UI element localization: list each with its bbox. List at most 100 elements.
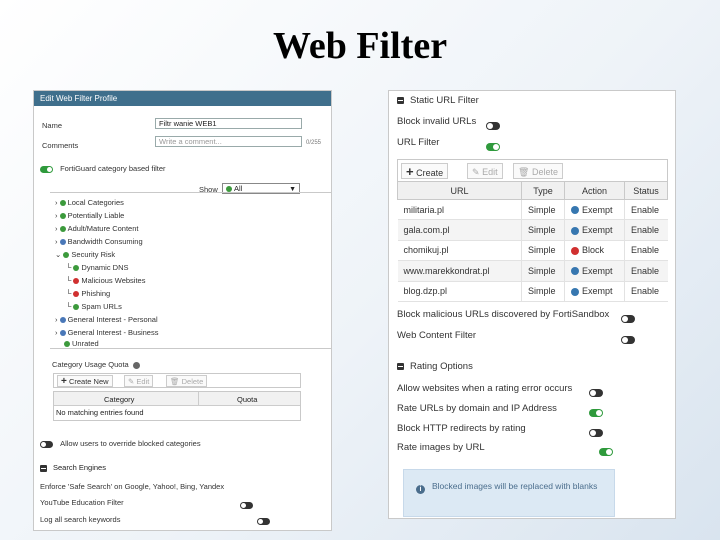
table-row[interactable]: chomikuj.pl Simple Block Enable	[397, 240, 668, 262]
tree-item-label: Unrated	[72, 339, 99, 348]
column-action[interactable]: Action	[564, 181, 625, 200]
collapse-icon[interactable]: ⌄	[55, 250, 61, 259]
column-type[interactable]: Type	[521, 181, 565, 200]
tree-item[interactable]: └ Dynamic DNS	[66, 263, 129, 272]
expand-icon[interactable]: ›	[55, 315, 58, 324]
url-filter-toggle[interactable]	[486, 142, 500, 151]
quota-table-header: Category Quota	[54, 392, 300, 406]
tree-item-label: Adult/Mature Content	[67, 224, 139, 233]
info-icon[interactable]	[132, 361, 140, 369]
web-content-toggle[interactable]	[621, 335, 635, 344]
block-invalid-toggle[interactable]	[486, 121, 500, 130]
column-divider	[198, 392, 199, 406]
tree-item[interactable]: › General Interest - Personal	[55, 315, 158, 324]
quota-heading: Category Usage Quota	[52, 360, 142, 369]
create-new-label: Create New	[68, 377, 109, 386]
collapse-icon[interactable]	[397, 362, 404, 370]
expand-icon[interactable]: ›	[55, 224, 58, 233]
expand-icon[interactable]: ›	[55, 211, 58, 220]
comments-label: Comments	[42, 141, 79, 150]
tree-item-label: Dynamic DNS	[81, 263, 129, 272]
type-cell: Simple	[521, 240, 565, 262]
search-engines-section[interactable]: Search Engines	[40, 463, 106, 472]
action-cell: Exempt	[564, 281, 625, 302]
type-cell: Simple	[521, 199, 565, 221]
tree-item-label: Malicious Websites	[81, 276, 146, 285]
search-engines-label: Search Engines	[53, 463, 106, 472]
expand-icon[interactable]: ›	[55, 328, 58, 337]
exempt-icon	[571, 287, 579, 296]
allow-websites-toggle[interactable]	[589, 388, 603, 397]
static-url-filter-panel: Static URL Filter Block invalid URLs URL…	[388, 90, 676, 519]
exempt-icon	[571, 267, 579, 276]
create-label: Create	[416, 168, 444, 178]
action-cell: Exempt	[564, 219, 625, 241]
block-malicious-label: Block malicious URLs discovered by Forti…	[397, 309, 610, 320]
status-cell: Enable	[624, 199, 668, 221]
create-new-button[interactable]: + Create New	[57, 375, 113, 387]
quota-table: Category Quota No matching entries found	[53, 391, 301, 421]
tree-item[interactable]: › Local Categories	[55, 198, 124, 207]
category-icon	[73, 304, 80, 311]
branch-icon: └	[66, 302, 72, 311]
collapse-icon[interactable]	[40, 464, 47, 472]
expand-icon[interactable]: ›	[55, 237, 58, 246]
delete-button[interactable]: 🗑 Delete	[513, 163, 563, 179]
name-input[interactable]: Filtr wanie WEB1	[155, 118, 302, 129]
block-icon	[571, 247, 579, 256]
block-icon	[73, 278, 80, 285]
block-malicious-toggle[interactable]	[621, 314, 635, 323]
exempt-icon	[571, 226, 579, 235]
safe-search-label: Enforce 'Safe Search' on Google, Yahoo!,…	[40, 482, 225, 491]
info-message: i Blocked images will be replaced with b…	[403, 469, 615, 517]
table-row[interactable]: www.marekkondrat.pl Simple Exempt Enable	[397, 260, 668, 282]
tree-item[interactable]: › Adult/Mature Content	[55, 224, 138, 233]
action-cell: Block	[564, 240, 625, 262]
rate-images-toggle[interactable]	[599, 447, 613, 456]
create-button[interactable]: + Create	[401, 163, 449, 179]
column-category[interactable]: Category	[104, 395, 134, 404]
rate-images-label: Rate images by URL	[397, 442, 485, 453]
delete-button[interactable]: 🗑 Delete	[166, 375, 208, 387]
column-status[interactable]: Status	[624, 181, 668, 200]
status-cell: Enable	[624, 219, 668, 241]
url-toolbar: + Create ✎ Edit 🗑 Delete	[397, 159, 668, 181]
column-url[interactable]: URL	[397, 181, 522, 200]
column-quota[interactable]: Quota	[237, 395, 257, 404]
override-toggle[interactable]	[40, 440, 53, 448]
fortiguard-toggle[interactable]	[40, 165, 53, 173]
table-row[interactable]: blog.dzp.pl Simple Exempt Enable	[397, 281, 668, 302]
action-cell: Exempt	[564, 260, 625, 282]
tree-item[interactable]: › General Interest - Business	[55, 328, 158, 337]
tree-item[interactable]: › Bandwidth Consuming	[55, 237, 143, 246]
allow-websites-label: Allow websites when a rating error occur…	[397, 383, 573, 394]
edit-button[interactable]: ✎ Edit	[124, 375, 154, 387]
quota-toolbar: + Create New ✎ Edit 🗑 Delete	[53, 373, 301, 388]
rating-options-section[interactable]: Rating Options	[397, 361, 473, 372]
tree-item[interactable]: Unrated	[64, 339, 99, 348]
edit-button[interactable]: ✎ Edit	[467, 163, 503, 179]
tree-item[interactable]: └ Malicious Websites	[66, 276, 145, 285]
collapse-icon[interactable]	[397, 96, 404, 104]
safe-search-toggle[interactable]	[240, 502, 253, 510]
tree-item-label: General Interest - Personal	[67, 315, 158, 324]
block-http-toggle[interactable]	[589, 428, 603, 437]
info-icon: i	[416, 485, 425, 494]
rate-urls-toggle[interactable]	[589, 408, 603, 417]
tree-item[interactable]: └ Phishing	[66, 289, 110, 298]
tree-item-label: General Interest - Business	[67, 328, 159, 337]
static-url-section[interactable]: Static URL Filter	[397, 95, 479, 106]
expand-icon[interactable]: ›	[55, 198, 58, 207]
youtube-toggle[interactable]	[257, 518, 271, 526]
delete-label: Delete	[181, 377, 204, 386]
table-row[interactable]: gala.com.pl Simple Exempt Enable	[397, 219, 668, 241]
block-invalid-label: Block invalid URLs	[397, 116, 477, 127]
status-cell: Enable	[624, 260, 668, 282]
tree-item[interactable]: ⌄ Security Risk	[55, 250, 115, 259]
tree-item[interactable]: └ Spam URLs	[66, 302, 122, 311]
table-row[interactable]: militaria.pl Simple Exempt Enable	[397, 199, 668, 221]
tree-item[interactable]: › Potentially Liable	[55, 211, 124, 220]
category-icon	[59, 330, 66, 337]
panel-header: Edit Web Filter Profile	[34, 91, 331, 106]
comments-input[interactable]: Write a comment...	[155, 136, 302, 147]
